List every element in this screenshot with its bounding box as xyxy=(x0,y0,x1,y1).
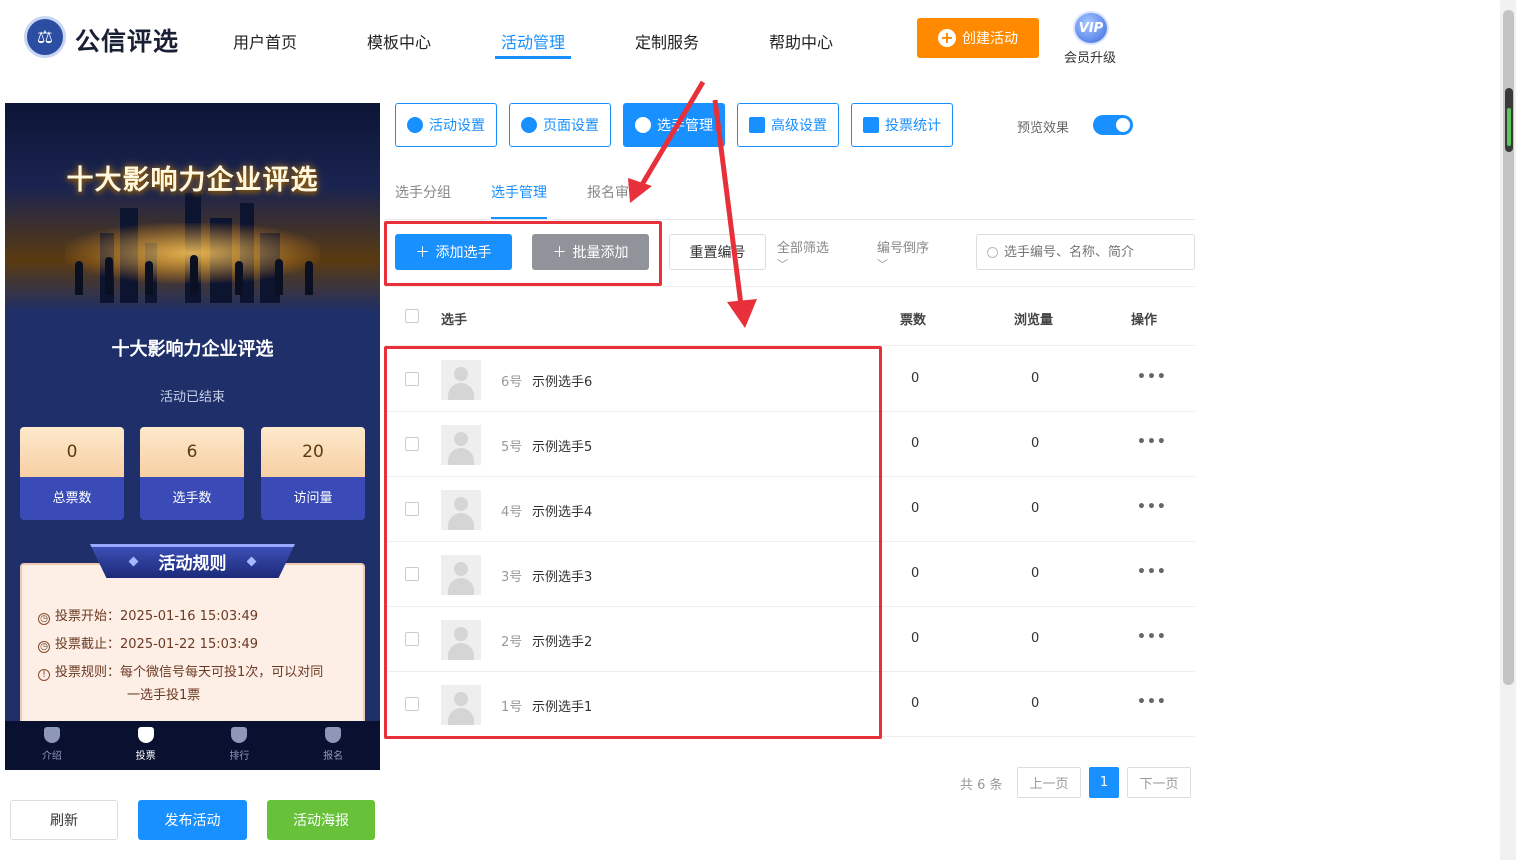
annotation-arrow-line xyxy=(712,99,744,306)
annotation-arrowhead xyxy=(727,299,757,328)
annotation-arrow-line xyxy=(637,80,706,190)
annotation-arrows xyxy=(628,80,757,328)
annotation-arrowhead xyxy=(628,178,652,203)
